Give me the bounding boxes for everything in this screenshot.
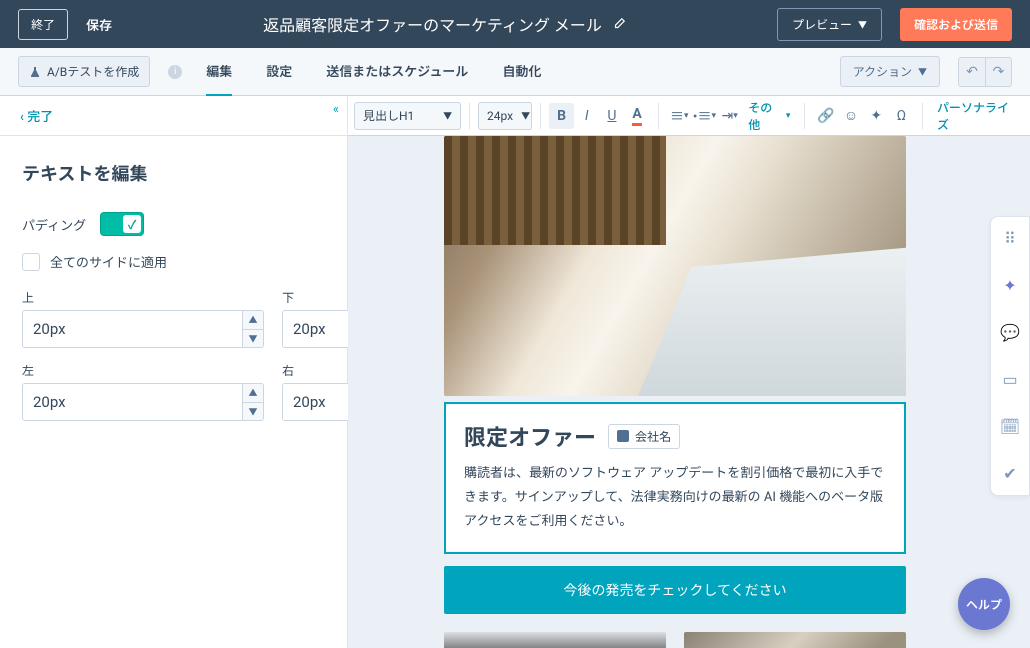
content-body[interactable]: 購読者は、最新のソフトウェア アップデートを割引価格で最初に入手できます。サイン… <box>464 462 886 534</box>
preview-label: プレビュー <box>792 16 852 33</box>
toggle-knob: ✓ <box>123 215 141 233</box>
more-label: その他 <box>748 99 783 133</box>
underline-button[interactable]: U <box>599 103 624 129</box>
comment-icon[interactable]: 💬 <box>1000 323 1020 342</box>
font-size-select[interactable]: 24px ▼ <box>478 102 532 130</box>
email-stage: 限定オファー 会社名 購読者は、最新のソフトウェア アップデートを割引価格で最初… <box>348 136 1030 648</box>
padding-top-label: 上 <box>22 289 264 306</box>
ai-sparkle-icon[interactable]: ✦ <box>1003 276 1016 295</box>
right-icon-rail: ⠿ ✦ 💬 ▭ 🗓 ✔ <box>990 216 1030 496</box>
special-char-icon[interactable]: Ω <box>889 103 914 129</box>
redo-button[interactable]: ↷ <box>985 58 1011 86</box>
stepper-up[interactable]: ▲ <box>243 311 263 329</box>
calendar-icon[interactable]: 🗓 <box>1000 417 1020 436</box>
personalize-button[interactable]: パーソナライズ <box>931 99 1024 133</box>
help-button[interactable]: ヘルプ <box>958 578 1010 630</box>
chevron-down-icon: ▼ <box>521 109 530 122</box>
document-title: 返品顧客限定オファーのマーケティング メール <box>130 12 759 36</box>
chevron-down-icon: ▼ <box>858 18 867 31</box>
token-icon <box>617 430 629 442</box>
emoji-icon[interactable]: ☺ <box>838 103 863 129</box>
tab-settings[interactable]: 設定 <box>266 47 292 96</box>
side-panel: « ‹ 完了 テキストを編集 パディング ✓ 全てのサイドに適用 上 <box>0 96 348 648</box>
actions-label: アクション <box>853 63 912 80</box>
preview-button[interactable]: プレビュー ▼ <box>777 8 882 41</box>
padding-left-input[interactable] <box>23 384 242 420</box>
stepper-down[interactable]: ▼ <box>243 329 263 347</box>
document-title-text: 返品顧客限定オファーのマーケティング メール <box>263 12 602 36</box>
box-icon[interactable]: ▭ <box>1002 370 1017 389</box>
undo-redo-group: ↶ ↷ <box>958 57 1012 87</box>
apply-all-label: 全てのサイドに適用 <box>50 252 167 271</box>
heading-select-value: 見出しH1 <box>363 107 414 124</box>
image-row <box>444 632 906 648</box>
side-panel-title: テキストを編集 <box>22 160 325 186</box>
ab-test-button[interactable]: A/Bテストを作成 <box>18 56 150 87</box>
secondary-header: A/Bテストを作成 i 編集 設定 送信またはスケジュール 自動化 アクション … <box>0 48 1030 96</box>
bold-button[interactable]: B <box>549 103 574 129</box>
more-menu[interactable]: その他▾ <box>742 99 796 133</box>
editor-canvas: 見出しH1 ▼ 24px ▼ B I U A ≡▾ •≡▾ ⇥▾ その他▾ 🔗 … <box>348 96 1030 648</box>
tab-send[interactable]: 送信またはスケジュール <box>326 47 468 96</box>
collapse-panel-icon[interactable]: « <box>333 102 339 117</box>
confirm-send-button[interactable]: 確認および送信 <box>900 8 1012 41</box>
font-size-value: 24px <box>487 109 513 123</box>
token-label: 会社名 <box>635 428 671 445</box>
drag-handle-icon[interactable]: ⠿ <box>1004 229 1016 248</box>
info-icon[interactable]: i <box>168 65 182 79</box>
hero-image[interactable] <box>444 136 906 396</box>
italic-button[interactable]: I <box>574 103 599 129</box>
cta-button[interactable]: 今後の発売をチェックしてください <box>444 566 906 614</box>
stepper-down[interactable]: ▼ <box>243 402 263 420</box>
edit-title-icon[interactable] <box>612 17 626 31</box>
done-label: 完了 <box>27 110 53 125</box>
undo-button[interactable]: ↶ <box>959 58 985 86</box>
bullet-list-button[interactable]: •≡▾ <box>692 103 717 129</box>
card-image-2[interactable] <box>684 632 906 648</box>
chevron-down-icon: ▼ <box>918 65 927 78</box>
actions-button[interactable]: アクション ▼ <box>840 56 940 87</box>
heading-select[interactable]: 見出しH1 ▼ <box>354 102 461 130</box>
personalization-token[interactable]: 会社名 <box>608 424 680 449</box>
done-bar: ‹ 完了 <box>0 96 347 136</box>
align-button[interactable]: ≡▾ <box>667 103 692 129</box>
done-link[interactable]: ‹ 完了 <box>20 110 53 125</box>
check-badge-icon[interactable]: ✔ <box>1003 464 1016 483</box>
tab-edit[interactable]: 編集 <box>206 47 232 97</box>
rich-text-toolbar: 見出しH1 ▼ 24px ▼ B I U A ≡▾ •≡▾ ⇥▾ その他▾ 🔗 … <box>348 96 1030 136</box>
personalization-token-icon[interactable]: ✦ <box>864 103 889 129</box>
chevron-down-icon: ▼ <box>443 109 452 122</box>
padding-top-input[interactable] <box>23 311 242 347</box>
link-icon[interactable]: 🔗 <box>813 103 838 129</box>
indent-button[interactable]: ⇥▾ <box>717 103 742 129</box>
tab-automation[interactable]: 自動化 <box>502 47 541 96</box>
padding-toggle[interactable]: ✓ <box>100 212 144 236</box>
main-area: « ‹ 完了 テキストを編集 パディング ✓ 全てのサイドに適用 上 <box>0 96 1030 648</box>
ab-test-label: A/Bテストを作成 <box>47 63 139 80</box>
content-heading[interactable]: 限定オファー <box>464 420 596 452</box>
stepper-up[interactable]: ▲ <box>243 384 263 402</box>
card-image-1[interactable] <box>444 632 666 648</box>
selected-text-block[interactable]: 限定オファー 会社名 購読者は、最新のソフトウェア アップデートを割引価格で最初… <box>444 402 906 554</box>
exit-button[interactable]: 終了 <box>18 9 68 40</box>
app-header: 終了 保存 返品顧客限定オファーのマーケティング メール プレビュー ▼ 確認お… <box>0 0 1030 48</box>
save-button[interactable]: 保存 <box>86 15 112 34</box>
padding-left-label: 左 <box>22 362 264 379</box>
main-tabs: 編集 設定 送信またはスケジュール 自動化 <box>200 47 821 96</box>
text-color-button[interactable]: A <box>625 103 650 129</box>
padding-label: パディング <box>22 215 86 234</box>
apply-all-checkbox[interactable] <box>22 253 40 271</box>
